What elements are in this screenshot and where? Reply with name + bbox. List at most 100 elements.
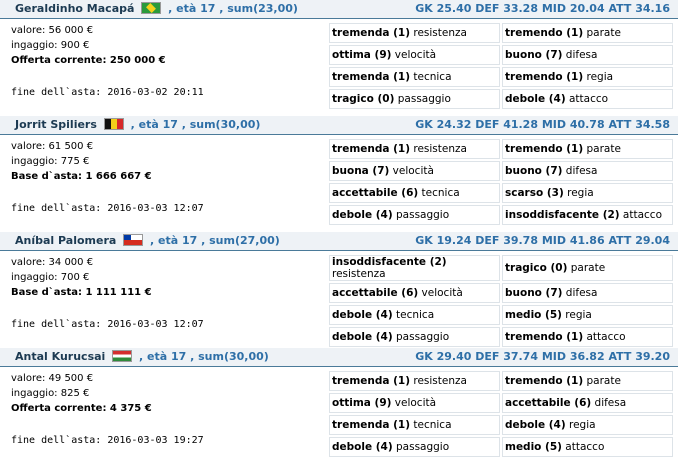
skills-row: tragico (0) passaggio debole (4) attacco: [329, 89, 673, 109]
player-age-sum-link[interactable]: , età 17 , sum(23,00): [168, 2, 298, 15]
player-card: Aníbal Palomera , età 17 , sum(27,00) GK…: [0, 232, 678, 348]
flag-brazil-icon: [141, 2, 162, 14]
skill-cell: tremendo (1) attacco: [502, 327, 673, 347]
auction-offer: Offerta corrente: 250 000 €: [11, 55, 166, 66]
skill-level: debole (4): [332, 209, 393, 221]
skills-row: tremenda (1) tecnica tremendo (1) regia: [329, 67, 673, 87]
player-position-stats: GK 25.40 DEF 33.28 MID 20.04 ATT 34.16: [415, 2, 670, 15]
skill-cell: buono (7) difesa: [502, 283, 673, 303]
player-age-sum-link[interactable]: , età 17 , sum(30,00): [131, 118, 261, 131]
skill-cell: ottima (9) velocità: [329, 393, 500, 413]
skills-row: buona (7) velocità buono (7) difesa: [329, 161, 673, 181]
skill-level: buono (7): [505, 287, 563, 299]
skill-name: parate: [567, 262, 606, 274]
player-age-sum-link[interactable]: , età 17 , sum(27,00): [150, 234, 280, 247]
player-name-link[interactable]: Aníbal Palomera: [15, 234, 116, 247]
skill-level: buono (7): [505, 165, 563, 177]
skill-level: tremendo (1): [505, 375, 584, 387]
player-header: Jorrit Spiliers , età 17 , sum(30,00) GK…: [0, 116, 678, 135]
player-value: valore: 34 000 €: [11, 257, 94, 268]
player-value: valore: 61 500 €: [11, 141, 94, 152]
player-position-stats: GK 29.40 DEF 37.74 MID 36.82 ATT 39.20: [415, 350, 670, 363]
skill-level: tremenda (1): [332, 71, 411, 83]
auction-end: fine dell`asta: 2016-03-03 19:27: [11, 435, 204, 446]
skill-level: debole (4): [505, 419, 566, 431]
player-value: valore: 49 500 €: [11, 373, 94, 384]
player-body: valore: 34 000 € ingaggio: 700 € Base d`…: [0, 251, 678, 348]
skill-level: accettabile (6): [332, 287, 419, 299]
auction-offer: Offerta corrente: 4 375 €: [11, 403, 152, 414]
skill-cell: tremendo (1) regia: [502, 67, 673, 87]
player-position-stats: GK 24.32 DEF 41.28 MID 40.78 ATT 34.58: [415, 118, 670, 131]
skills-table: tremenda (1) resistenza tremendo (1) para…: [327, 369, 675, 459]
player-age-sum-link[interactable]: , età 17 , sum(30,00): [139, 350, 269, 363]
skill-cell: buono (7) difesa: [502, 45, 673, 65]
skills-row: ottima (9) velocità accettabile (6) difes…: [329, 393, 673, 413]
flag-chile-icon: [123, 234, 144, 246]
skill-cell: debole (4) regia: [502, 415, 673, 435]
skill-cell: tremenda (1) resistenza: [329, 23, 500, 43]
skill-name: regia: [563, 187, 594, 199]
player-name-link[interactable]: Geraldinho Macapá: [15, 2, 134, 15]
player-position-stats: GK 19.24 DEF 39.78 MID 41.86 ATT 29.04: [415, 234, 670, 247]
skill-level: ottima (9): [332, 49, 392, 61]
skills-row: tremenda (1) tecnica debole (4) regia: [329, 415, 673, 435]
skill-name: tecnica: [392, 309, 435, 321]
skill-level: buono (7): [505, 49, 563, 61]
skill-cell: tremenda (1) tecnica: [329, 67, 500, 87]
player-header: Antal Kurucsai , età 17 , sum(30,00) GK …: [0, 348, 678, 367]
player-card: Geraldinho Macapá , età 17 , sum(23,00) …: [0, 0, 678, 116]
skills-row: tremenda (1) resistenza tremendo (1) para…: [329, 23, 673, 43]
skill-level: debole (4): [332, 331, 393, 343]
skill-cell: insoddisfacente (2) attacco: [502, 205, 673, 225]
skill-name: tecnica: [410, 71, 452, 83]
skill-cell: tragico (0) passaggio: [329, 89, 500, 109]
skills-row: debole (4) passaggio insoddisfacente (2) …: [329, 205, 673, 225]
skill-level: tragico (0): [332, 93, 395, 105]
skill-level: tragico (0): [505, 262, 568, 274]
skill-cell: insoddisfacente (2) resistenza: [329, 255, 500, 281]
skill-cell: ottima (9) velocità: [329, 45, 500, 65]
skill-name: regia: [565, 419, 596, 431]
skill-level: debole (4): [332, 309, 393, 321]
skill-level: debole (4): [332, 441, 393, 453]
skills-table: tremenda (1) resistenza tremendo (1) para…: [327, 21, 675, 111]
auction-offer: Base d`asta: 1 666 667 €: [11, 171, 152, 182]
skill-name: passaggio: [392, 441, 450, 453]
skill-name: velocità: [391, 49, 437, 61]
skill-level: tremenda (1): [332, 375, 411, 387]
skill-name: parate: [583, 143, 621, 155]
skill-cell: tremendo (1) parate: [502, 371, 673, 391]
skill-cell: debole (4) passaggio: [329, 205, 500, 225]
skill-cell: debole (4) passaggio: [329, 327, 500, 347]
player-wage: ingaggio: 700 €: [11, 272, 90, 283]
player-info: valore: 49 500 € ingaggio: 825 € Offerta…: [11, 371, 321, 446]
skill-name: passaggio: [392, 331, 450, 343]
skills-row: debole (4) passaggio medio (5) attacco: [329, 437, 673, 457]
skills-table: tremenda (1) resistenza tremendo (1) para…: [327, 137, 675, 227]
skill-name: attacco: [565, 93, 609, 105]
skill-cell: tremenda (1) tecnica: [329, 415, 500, 435]
skill-cell: buona (7) velocità: [329, 161, 500, 181]
skill-name: parate: [583, 375, 621, 387]
skill-name: regia: [561, 309, 592, 321]
skill-cell: tremenda (1) resistenza: [329, 139, 500, 159]
skill-cell: debole (4) tecnica: [329, 305, 500, 325]
auction-end: fine dell`asta: 2016-03-03 12:07: [11, 319, 204, 330]
player-name-link[interactable]: Jorrit Spiliers: [15, 118, 97, 131]
skill-cell: medio (5) regia: [502, 305, 673, 325]
player-name-link[interactable]: Antal Kurucsai: [15, 350, 105, 363]
skill-cell: accettabile (6) velocità: [329, 283, 500, 303]
player-wage: ingaggio: 825 €: [11, 388, 90, 399]
skill-cell: tremendo (1) parate: [502, 139, 673, 159]
skills-row: debole (4) passaggio tremendo (1) attacco: [329, 327, 673, 347]
skill-cell: debole (4) attacco: [502, 89, 673, 109]
skill-name: passaggio: [394, 93, 451, 105]
skill-level: debole (4): [505, 93, 566, 105]
player-info: valore: 34 000 € ingaggio: 700 € Base d`…: [11, 255, 321, 330]
skill-name: regia: [583, 71, 614, 83]
skill-name: difesa: [591, 397, 627, 409]
skill-cell: accettabile (6) difesa: [502, 393, 673, 413]
skills-row: tremenda (1) resistenza tremendo (1) para…: [329, 371, 673, 391]
skill-name: velocità: [391, 397, 437, 409]
